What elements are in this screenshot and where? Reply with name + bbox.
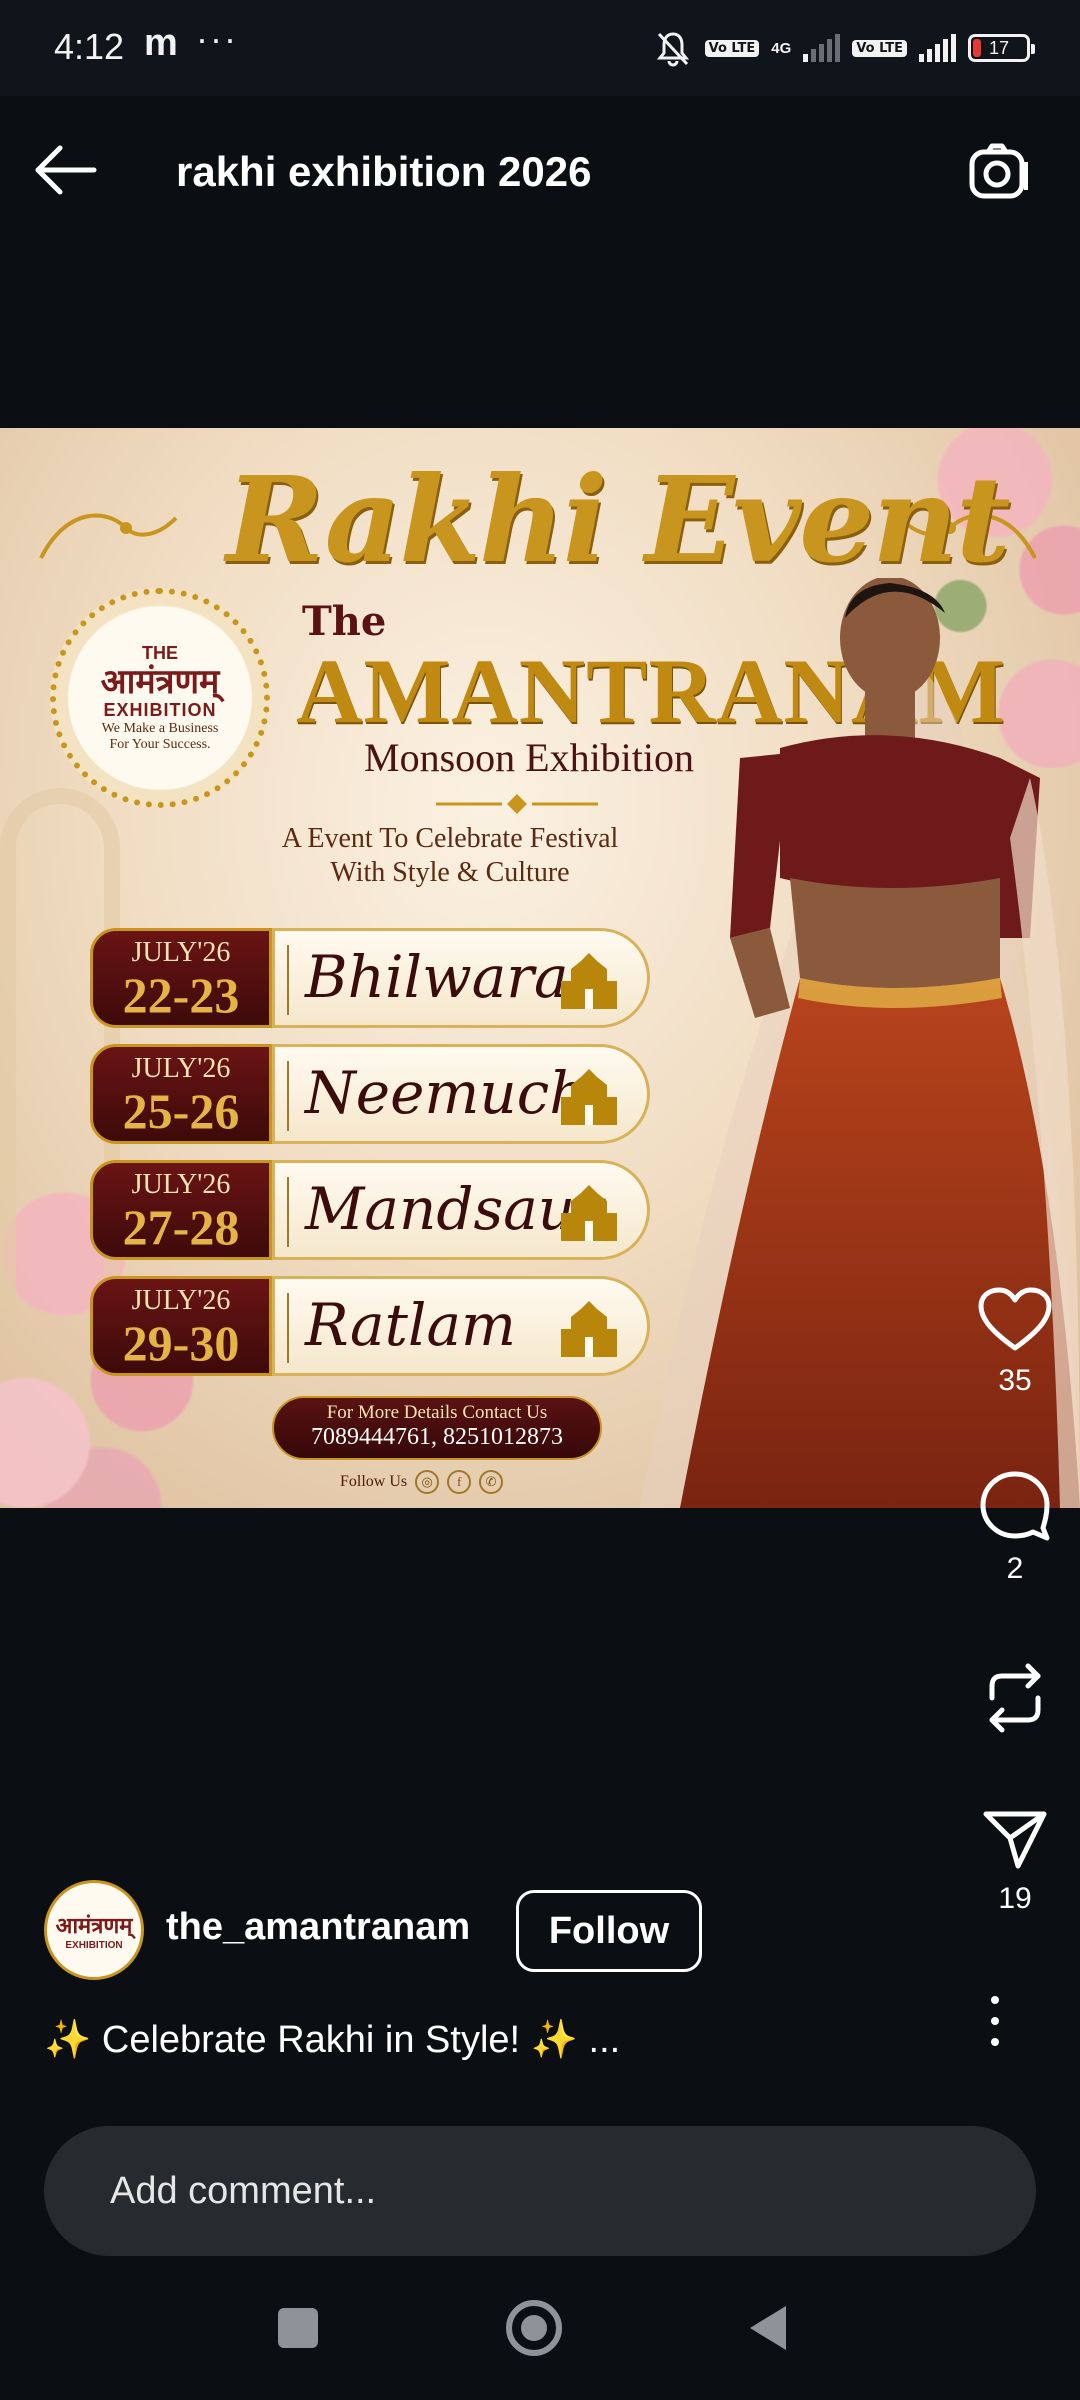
page-title: rakhi exhibition 2026 [176,148,592,195]
event-city: Ratlam [305,1291,517,1359]
comment-count: 2 [1006,1552,1024,1585]
seal-motto: We Make a Business For Your Success. [101,721,219,752]
signal-icon-2 [919,34,956,62]
seal-the: THE [142,643,178,663]
comment-input[interactable] [44,2126,1036,2256]
follow-us-row: Follow Us ◎ f ✆ [340,1470,504,1494]
event-month: JULY'26 [131,1169,231,1200]
event-city: Neemuch [305,1059,587,1127]
avatar-text: आमंत्रणम् [55,1913,133,1939]
arrow-left-icon[interactable] [30,140,100,200]
network-type: 4G [771,39,792,57]
status-icons: Vo LTE 4G Vo LTE 17 [653,26,1035,70]
facebook-icon: f [447,1470,472,1494]
camera-icon[interactable] [966,140,1030,204]
event-date: JULY'26 27-28 [90,1160,272,1260]
event-days: 25-26 [122,1083,240,1139]
share-count: 19 [998,1882,1032,1915]
avatar-subtext: EXHIBITION [65,1939,123,1951]
event-days: 29-30 [122,1315,240,1371]
repost-icon[interactable] [980,1658,1050,1738]
bell-muted-icon [656,32,689,67]
avatar[interactable]: आमंत्रणम् EXHIBITION [44,1880,144,1980]
event-month: JULY'26 [131,937,231,968]
contact-label: For More Details Contact Us [326,1402,548,1423]
sparkle-icon: ✨ [44,2019,92,2061]
event-date: JULY'26 25-26 [90,1044,272,1144]
contact-box: For More Details Contact Us 7089444761, … [272,1396,602,1460]
event-days: 27-28 [122,1199,240,1255]
comment-icon[interactable] [977,1470,1053,1542]
instagram-icon: ◎ [415,1470,440,1494]
battery-level: 17 [988,37,1010,58]
event-month: JULY'26 [131,1053,231,1084]
whatsapp-icon: ✆ [479,1470,504,1494]
sparkle-icon: ✨ [530,2019,578,2061]
share-action: 19 [950,1806,1080,1916]
event-city: Bhilwara [305,943,569,1011]
more-notifications-icon: ··· [196,18,238,59]
seal-hindi-name: आमंत्रणम् [100,662,220,702]
post-caption[interactable]: ✨ Celebrate Rakhi in Style! ✨ ... [44,2018,620,2062]
like-action: 35 [950,1286,1080,1398]
volte-icon: Vo LTE [704,39,760,57]
repost-action [950,1658,1080,1738]
post-image[interactable]: Rakhi Event THE आमंत्रणम् EXHIBITION We … [0,428,1080,1508]
volte-icon-2: Vo LTE [852,39,907,57]
like-count: 35 [998,1364,1032,1397]
app-notification-icon: m [144,22,178,64]
gold-ornament-left-icon [39,513,178,559]
username[interactable]: the_amantranam [166,1906,470,1949]
follow-button[interactable]: Follow [516,1890,702,1972]
contact-numbers: 7089444761, 8251012873 [311,1424,563,1450]
home-icon[interactable] [506,2300,562,2356]
event-days: 22-23 [122,967,240,1023]
event-month: JULY'26 [131,1285,231,1316]
app-header: rakhi exhibition 2026 [0,96,1080,246]
exhibition-seal: THE आमंत्रणम् EXHIBITION We Make a Busin… [50,588,270,808]
seal-exhibition: EXHIBITION [103,700,217,720]
send-icon[interactable] [980,1806,1050,1872]
signal-icon [803,34,841,62]
status-time: 4:12 [54,26,125,67]
status-bar: 4:12 m ··· Vo LTE 4G Vo LTE 17 [0,0,1080,96]
heart-icon[interactable] [977,1286,1053,1354]
event-date: JULY'26 22-23 [90,928,272,1028]
comment-action: 2 [950,1470,1080,1586]
system-nav-bar [0,2270,1080,2400]
poster-script-title: Rakhi Event [226,450,1011,589]
event-date: JULY'26 29-30 [90,1276,272,1376]
follow-us-label: Follow Us [340,1473,408,1490]
caption-text: Celebrate Rakhi in Style! [91,2019,531,2061]
battery-icon: 17 [968,34,1035,62]
recents-icon[interactable] [278,2308,318,2348]
more-options-icon[interactable] [980,1996,1010,2046]
back-icon[interactable] [750,2306,786,2350]
caption-more[interactable]: ... [578,2019,621,2061]
